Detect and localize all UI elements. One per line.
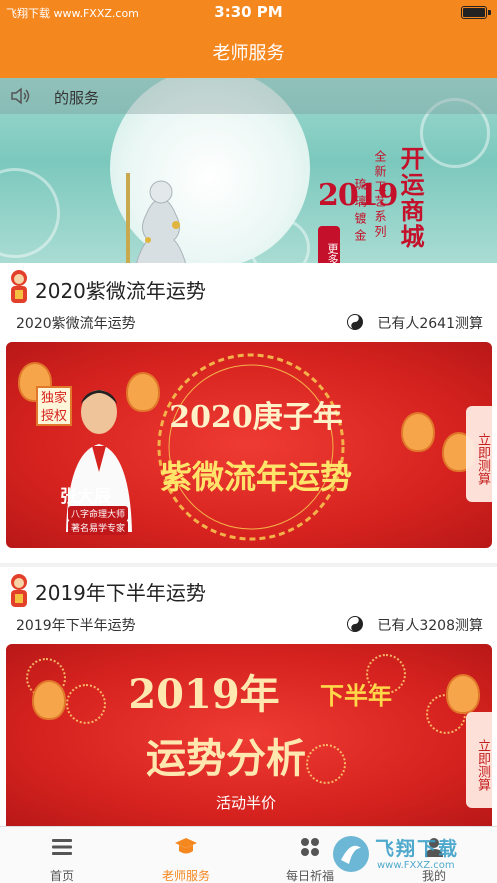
tab-home[interactable]: 首页: [0, 827, 124, 883]
status-bar: 飞翔下载 www.FXXZ.com 3:30 PM: [0, 0, 497, 26]
promo-banner[interactable]: 的服务 2019 更多精品 开运商城 全新工艺系列 琉璃镀金: [0, 78, 497, 263]
fortune-doll-icon: [11, 270, 27, 303]
site-watermark: 飞翔下载 www.FXXZ.com: [331, 832, 491, 878]
fortune-doll-icon: [11, 574, 27, 607]
card-count: 已有人3208测算: [377, 618, 483, 634]
promo-line-1b: 下半年: [320, 681, 392, 710]
speaker-icon: [11, 87, 30, 105]
watermark-url: www.FXXZ.com: [377, 860, 455, 871]
promo-line-1: 2019年: [128, 671, 280, 718]
card-subtitle: 2019年下半年运势: [16, 618, 136, 634]
banner-small-text-2: 琉璃镀金: [353, 178, 367, 246]
card-promo-image[interactable]: 独家授权 张大辰 八字命理大师 著名易学专家 2020庚子年 紫微流年运势 立即…: [6, 342, 492, 548]
promo-line-1: 2020庚子年: [169, 400, 343, 435]
card-subtitle: 2020紫微流年运势: [16, 316, 136, 332]
tab-teacher-service[interactable]: 老师服务: [124, 827, 248, 883]
teacher-title-2: 著名易学专家: [68, 520, 129, 535]
watermark-brand: 飞翔下载: [375, 838, 460, 860]
status-time: 3:30 PM: [214, 3, 283, 21]
card-title: 2020紫微流年运势: [35, 279, 206, 303]
calculate-now-button[interactable]: 立即测算: [466, 406, 492, 502]
banner-small-text-1: 全新工艺系列: [373, 150, 387, 240]
notice-text: 的服务: [54, 89, 100, 107]
promo-line-2: 紫微流年运势: [159, 458, 352, 496]
tab-label: 首页: [49, 869, 74, 883]
yin-yang-icon: [347, 314, 363, 330]
service-card[interactable]: 2019年下半年运势 2019年下半年运势 已有人3208测算 2019年 下半…: [0, 563, 497, 826]
battery-icon: [461, 6, 491, 19]
grid-icon: [301, 838, 319, 856]
calculate-now-button[interactable]: 立即测算: [466, 712, 492, 808]
nav-bar: 老师服务: [0, 26, 497, 78]
graduation-cap-icon: [175, 838, 197, 854]
watermark-logo-icon: [333, 836, 369, 872]
card-title: 2019年下半年运势: [35, 581, 206, 605]
tab-label: 老师服务: [161, 869, 210, 883]
yin-yang-icon: [347, 616, 363, 632]
teacher-name: 张大辰: [60, 487, 111, 507]
promo-circle-frame: [157, 353, 345, 541]
card-count: 已有人2641测算: [377, 316, 483, 332]
banner-big-text: 开运商城: [396, 146, 424, 250]
notice-bar[interactable]: 的服务: [0, 78, 497, 114]
card-promo-image[interactable]: 2019年 下半年 运势分析 活动半价 立即测算: [6, 644, 492, 826]
service-card[interactable]: 2020紫微流年运势 2020紫微流年运势 已有人2641测算 独家授权 张大辰…: [0, 263, 497, 563]
menu-icon: [52, 839, 72, 855]
more-products-badge[interactable]: 更多精品: [318, 226, 340, 263]
teacher-title-1: 八字命理大师: [68, 506, 129, 521]
promo-line-3: 活动半价: [215, 794, 276, 812]
promo-line-2: 运势分析: [146, 735, 306, 782]
page-title: 老师服务: [212, 43, 285, 64]
statue-image: [126, 173, 187, 263]
